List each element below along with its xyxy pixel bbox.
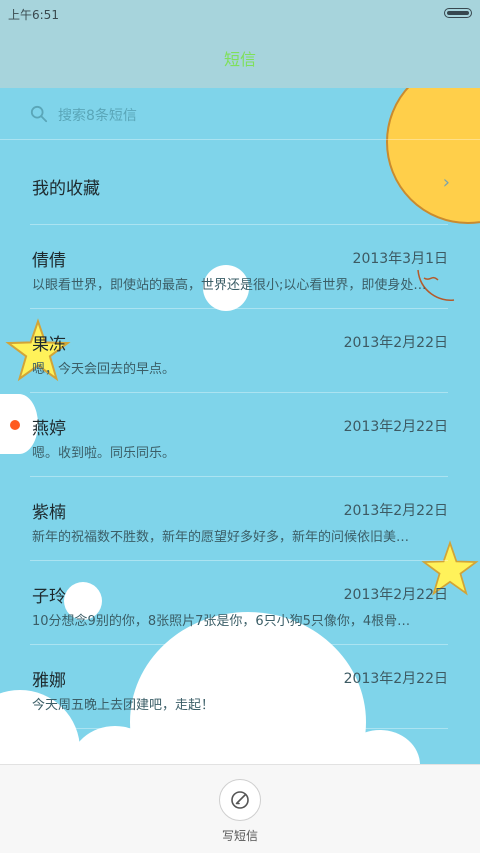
top-bar: 上午6:51 短信 [0,0,480,88]
message-date: 2013年2月22日 [343,671,448,687]
search-icon [30,105,48,123]
compose-button[interactable] [219,779,261,821]
bottom-bar: 写短信 [0,764,480,853]
compose-icon [231,791,249,809]
search-input[interactable]: 搜索8条短信 [58,105,137,125]
conversation-row[interactable]: 果冻 2013年2月22日 嗯，今天会回去的早点。 [0,308,480,392]
chevron-right-icon: › [442,172,450,193]
battery-icon [444,8,472,18]
unread-indicator [10,420,20,430]
contact-name: 紫楠 [32,503,66,523]
compose-label: 写短信 [221,829,258,843]
favorites-row[interactable]: 我的收藏 › [0,140,480,224]
message-date: 2013年3月1日 [352,251,448,267]
contact-name: 果冻 [32,335,66,355]
message-preview: 以眼看世界，即使站的最高，世界还是很小;以心看世界，即使身处… [32,278,427,293]
message-date: 2013年2月22日 [343,503,448,519]
message-preview: 嗯。收到啦。同乐同乐。 [32,446,176,461]
status-bar: 上午6:51 [0,0,480,26]
contact-name: 倩倩 [32,251,66,271]
message-preview: 今天周五晚上去团建吧，走起！ [32,698,215,713]
contact-name: 雅娜 [32,671,66,691]
conversation-row[interactable]: 雅娜 2013年2月22日 今天周五晚上去团建吧，走起！ [0,644,480,728]
contact-name: 燕婷 [32,419,66,439]
page-title: 短信 [223,50,256,69]
message-preview: 10分想念9别的你，8张照片7张是你，6只小狗5只像你，4根骨… [32,614,411,629]
conversation-row[interactable]: 燕婷 2013年2月22日 嗯。收到啦。同乐同乐。 [0,392,480,476]
conversation-row[interactable]: 紫楠 2013年2月22日 新年的祝福数不胜数，新年的愿望好多好多，新年的问候依… [0,476,480,560]
favorites-label: 我的收藏 [32,179,100,199]
message-preview: 新年的祝福数不胜数，新年的愿望好多好多，新年的问候依旧美… [32,530,410,545]
conversation-row[interactable]: 子玲 2013年2月22日 10分想念9别的你，8张照片7张是你，6只小狗5只像… [0,560,480,644]
message-date: 2013年2月22日 [343,335,448,351]
message-date: 2013年2月22日 [343,587,448,603]
status-time: 上午6:51 [8,8,59,22]
contact-name: 子玲 [32,587,66,607]
sms-app-screen: 上午6:51 短信 搜索8条短信 我的收藏 › 倩倩 2013年3月1日 以眼看… [0,0,480,853]
search-bar[interactable]: 搜索8条短信 [0,88,480,140]
message-preview: 嗯，今天会回去的早点。 [32,362,176,377]
message-date: 2013年2月22日 [343,419,448,435]
divider [30,728,448,729]
conversation-row[interactable]: 倩倩 2013年3月1日 以眼看世界，即使站的最高，世界还是很小;以心看世界，即… [0,224,480,308]
